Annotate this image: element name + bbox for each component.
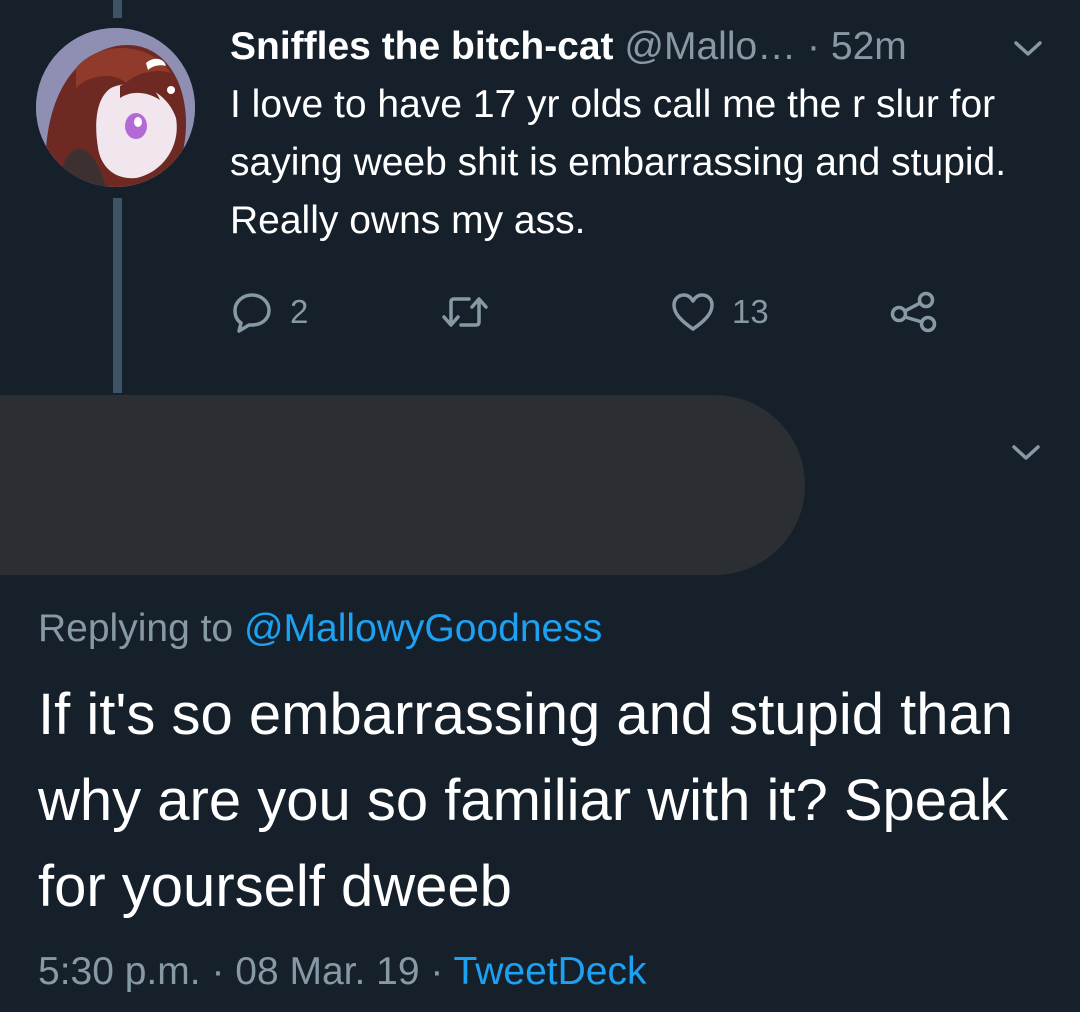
chevron-down-icon[interactable] xyxy=(1008,438,1044,466)
avatar[interactable] xyxy=(36,28,195,187)
footer-separator: · xyxy=(430,950,444,993)
share-button[interactable] xyxy=(888,282,940,342)
footer-date[interactable]: 08 Mar. 19 xyxy=(235,950,419,993)
retweet-icon xyxy=(440,290,490,334)
like-button[interactable]: 13 xyxy=(670,282,769,342)
reply-count: 2 xyxy=(290,293,309,330)
replying-to-label: Replying to xyxy=(38,607,234,650)
avatar-image xyxy=(36,28,195,187)
share-icon xyxy=(888,290,940,334)
redacted-area xyxy=(0,395,805,575)
reply-text: If it's so embarrassing and stupid than … xyxy=(38,682,1014,919)
chevron-down-icon[interactable] xyxy=(1010,34,1046,62)
tweet-time[interactable]: 52m xyxy=(831,25,907,68)
retweet-button[interactable] xyxy=(440,282,506,342)
reply-icon xyxy=(230,290,274,334)
user-handle[interactable]: @Mallo… xyxy=(624,25,796,68)
footer-time[interactable]: 5:30 p.m. xyxy=(38,950,201,993)
display-name[interactable]: Sniffles the bitch-cat xyxy=(230,25,614,68)
footer-separator: · xyxy=(211,950,225,993)
footer-source[interactable]: TweetDeck xyxy=(454,950,647,993)
tweet-text: I love to have 17 yr olds call me the r … xyxy=(230,83,1007,242)
thread-line xyxy=(113,198,122,393)
replying-to-line: Replying to @MallowyGoodness xyxy=(38,602,602,656)
replying-to-mention[interactable]: @MallowyGoodness xyxy=(244,607,602,650)
reply-button[interactable]: 2 xyxy=(230,282,308,342)
tweet-header: Sniffles the bitch-cat @Mallo… · 52m xyxy=(230,20,1050,74)
heart-icon xyxy=(670,290,716,334)
thread-line-top xyxy=(113,0,122,18)
like-count: 13 xyxy=(732,293,769,330)
tweet-actions: 2 13 xyxy=(230,282,950,342)
tweet-footer: 5:30 p.m. · 08 Mar. 19 · TweetDeck xyxy=(38,945,646,999)
separator-dot: · xyxy=(807,25,821,68)
